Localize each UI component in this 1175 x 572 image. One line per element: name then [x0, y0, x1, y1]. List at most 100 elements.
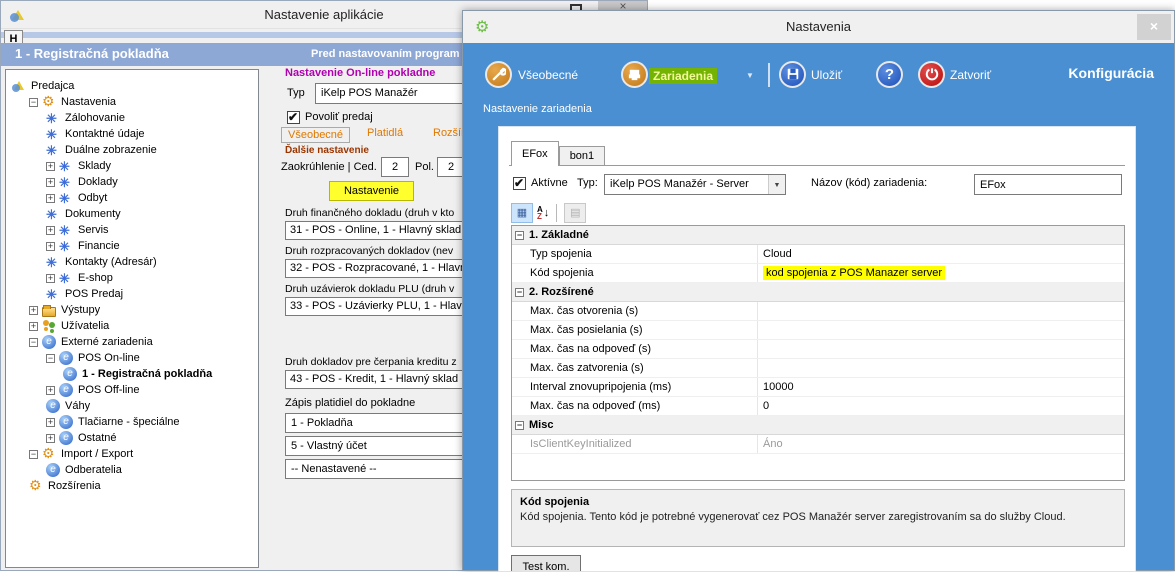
grid-row[interactable]: Interval znovupripojenia (ms)10000 [512, 378, 1124, 397]
front-titlebar[interactable]: ⚙ Nastavenia × [463, 11, 1174, 43]
settings-tree[interactable]: Predajca −NastaveniaZálohovanieKontaktné … [5, 69, 259, 568]
tree-item[interactable]: −POS On-line [6, 350, 258, 366]
toolbar-vseobecne[interactable]: Všeobecné [518, 68, 578, 82]
categorized-view-icon[interactable]: ▦ [511, 203, 533, 223]
front-close-button[interactable]: × [1137, 14, 1171, 40]
tree-item[interactable]: +Odbyt [6, 190, 258, 206]
payment-select[interactable]: -- Nenastavené -- [285, 459, 481, 479]
tree-item[interactable]: Dokumenty [6, 206, 258, 222]
grid-category[interactable]: −2. Rozšírené [512, 283, 1124, 302]
tree-item[interactable]: + Servis [6, 222, 258, 238]
collapse-icon[interactable]: − [515, 421, 524, 430]
tab-všeobecné[interactable]: Všeobecné [281, 127, 350, 143]
pol-input[interactable] [437, 157, 465, 177]
grid-row[interactable]: IsClientKeyInitializedÁno [512, 435, 1124, 454]
tree-item[interactable]: Predajca [6, 78, 258, 94]
property-grid[interactable]: −1. ZákladnéTyp spojeniaCloudKód spojeni… [511, 225, 1125, 481]
grid-row[interactable]: Max. čas zatvorenia (s) [512, 359, 1124, 378]
grid-row[interactable]: Max. čas otvorenia (s) [512, 302, 1124, 321]
tree-item[interactable]: −Externé zariadenia [6, 334, 258, 350]
tree-expand-icon[interactable]: + [29, 322, 38, 331]
tree-expand-icon[interactable]: + [46, 178, 55, 187]
alphabetical-sort-icon[interactable]: AZ↓ [537, 206, 549, 220]
grid-row[interactable]: Max. čas na odpoveď (s) [512, 340, 1124, 359]
tree-item[interactable]: +POS Off-line [6, 382, 258, 398]
tab-platidlá[interactable]: Platidlá [367, 127, 403, 139]
tree-expand-icon[interactable]: + [46, 274, 55, 283]
tree-item[interactable]: Odberatelia [6, 462, 258, 478]
tree-item[interactable]: 1 - Registračná pokladňa [6, 366, 258, 382]
tree-item[interactable]: Kontaktné údaje [6, 126, 258, 142]
tree-expand-icon[interactable]: − [29, 450, 38, 459]
typ-label: Typ [287, 87, 305, 99]
tree-item[interactable]: +Ostatné [6, 430, 258, 446]
tree-expand-icon[interactable]: − [46, 354, 55, 363]
tree-item[interactable]: +Užívatelia [6, 318, 258, 334]
tree-item[interactable]: Zálohovanie [6, 110, 258, 126]
grid-row[interactable]: Max. čas na odpoveď (ms)0 [512, 397, 1124, 416]
tree-item-label: Výstupy [61, 304, 100, 316]
tree-item[interactable]: Rozšírenia [6, 478, 258, 494]
toolbar-zariadenia[interactable]: Zariadenia [649, 68, 717, 84]
save-icon[interactable] [779, 61, 806, 88]
tree-item[interactable]: + Doklady [6, 174, 258, 190]
grid-row-value: 10000 [758, 378, 1124, 396]
tree-item[interactable]: + Výstupy [6, 302, 258, 318]
tree-item[interactable]: +Sklady [6, 158, 258, 174]
wrench-icon[interactable] [485, 61, 512, 88]
chevron-down-icon[interactable]: ▼ [746, 71, 754, 80]
tab-rozšír[interactable]: Rozšír [433, 127, 465, 139]
aktivne-checkbox[interactable] [513, 177, 526, 190]
nastavenie-button[interactable]: Nastavenie [329, 181, 414, 201]
tree-expand-icon[interactable]: + [46, 194, 55, 203]
tree-item[interactable]: Duálne zobrazenie [6, 142, 258, 158]
power-icon[interactable] [918, 61, 945, 88]
grid-category[interactable]: −Misc [512, 416, 1124, 435]
payment-select[interactable]: 1 - Pokladňa [285, 413, 481, 433]
tree-expand-icon[interactable]: − [29, 338, 38, 347]
tree-expand-icon[interactable]: − [29, 98, 38, 107]
tree-expand-icon[interactable]: + [46, 434, 55, 443]
grid-row[interactable]: Typ spojeniaCloud [512, 245, 1124, 264]
tree-expand-icon[interactable]: + [46, 418, 55, 427]
toolbar-zatvorit[interactable]: Zatvoriť [950, 68, 991, 82]
tree-item[interactable]: Váhy [6, 398, 258, 414]
collapse-icon[interactable]: − [515, 288, 524, 297]
tree-item[interactable]: +E-shop [6, 270, 258, 286]
tree-item-label: Doklady [78, 176, 118, 188]
test-kom-button[interactable]: Test kom. [511, 555, 581, 572]
ced-input[interactable] [381, 157, 409, 177]
collapse-icon[interactable]: − [515, 231, 524, 240]
tree-expand-icon[interactable]: + [46, 162, 55, 171]
toolbar-ulozit[interactable]: Uložiť [811, 68, 842, 82]
tab-efox[interactable]: EFox [511, 141, 559, 166]
tree-item[interactable]: −Nastavenia [6, 94, 258, 110]
tree-expand-icon[interactable]: + [46, 226, 55, 235]
grid-category[interactable]: −1. Základné [512, 226, 1124, 245]
tree-expand-icon[interactable]: + [46, 242, 55, 251]
tree-item[interactable]: +Tlačiarne - špeciálne [6, 414, 258, 430]
tree-item[interactable]: −Import / Export [6, 446, 258, 462]
devices-icon[interactable] [621, 61, 648, 88]
tree-item[interactable]: +Financie [6, 238, 258, 254]
tree-expand-icon[interactable]: + [46, 386, 55, 395]
grid-row[interactable]: Max. čas posielania (s) [512, 321, 1124, 340]
device-icon [46, 399, 60, 413]
povolit-predaj-checkbox[interactable] [287, 111, 300, 124]
field-combobox[interactable]: 31 - POS - Online, 1 - Hlavný sklad [285, 221, 475, 240]
field-combobox[interactable]: 33 - POS - Uzávierky PLU, 1 - Hlavn [285, 297, 475, 316]
help-icon[interactable]: ? [876, 61, 903, 88]
combo-arrow-icon[interactable] [768, 175, 785, 194]
tree-expand-icon[interactable]: + [29, 306, 38, 315]
field-combobox[interactable]: 32 - POS - Rozpracované, 1 - Hlavn [285, 259, 475, 278]
device-typ-combobox[interactable]: iKelp POS Manažér - Server [604, 174, 786, 195]
tree-item[interactable]: POS Predaj [6, 286, 258, 302]
tab-bon1[interactable]: bon1 [559, 146, 605, 166]
tree-item-label: Servis [78, 224, 109, 236]
field-combobox[interactable]: 43 - POS - Kredit, 1 - Hlavný sklad [285, 370, 475, 389]
grid-row[interactable]: Kód spojeniakod spojenia z POS Manazer s… [512, 264, 1124, 283]
tree-item-label: Predajca [31, 80, 74, 92]
payment-select[interactable]: 5 - Vlastný účet [285, 436, 481, 456]
tree-item[interactable]: Kontakty (Adresár) [6, 254, 258, 270]
nazov-input[interactable] [974, 174, 1122, 195]
